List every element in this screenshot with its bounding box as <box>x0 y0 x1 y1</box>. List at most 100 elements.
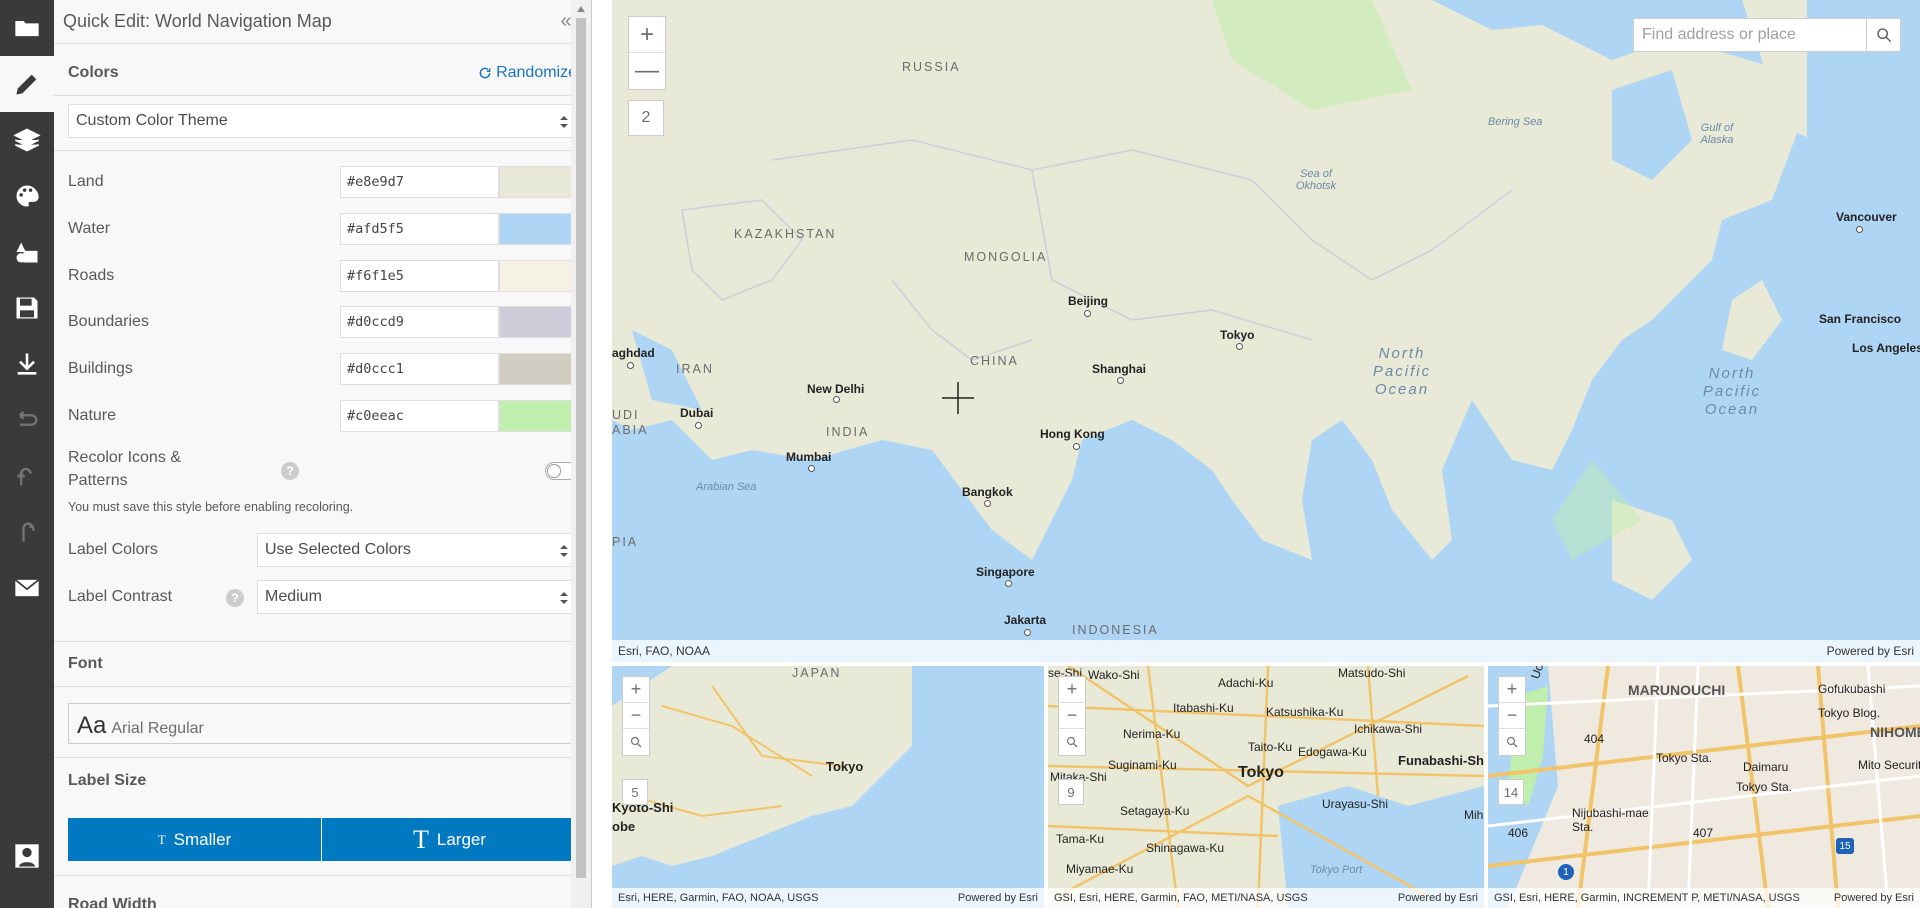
zoom-in-button[interactable]: + <box>1059 677 1085 703</box>
layers-button[interactable] <box>0 112 54 168</box>
city-marker <box>695 422 702 429</box>
color-label: Land <box>68 173 104 190</box>
color-theme-select[interactable]: Custom Color Theme <box>68 104 577 138</box>
color-hex-input[interactable]: #afd5f5 <box>340 212 499 245</box>
save-button[interactable] <box>0 280 54 336</box>
map-attribution: Esri, HERE, Garmin, FAO, NOAA, USGS Powe… <box>612 888 1044 908</box>
mini-map-zoom-14[interactable]: MARUNOUCHI Gofukubashi Tokyo Blog. NIHOM… <box>1488 666 1920 908</box>
zoom-level-indicator: 14 <box>1498 779 1524 805</box>
scroll-thumb[interactable] <box>576 18 586 878</box>
city-marker <box>1236 343 1243 350</box>
zoom-out-button[interactable]: − <box>1499 703 1525 729</box>
shapes-button[interactable] <box>0 224 54 280</box>
place-label: Tama-Ku <box>1056 832 1105 846</box>
zoom-level-indicator: 9 <box>1058 779 1084 805</box>
map-attribution: Esri, FAO, NOAA Powered by Esri <box>612 640 1920 662</box>
color-swatch[interactable] <box>499 400 576 432</box>
color-label: Roads <box>68 266 115 284</box>
zoom-out-button[interactable]: − <box>1059 703 1085 729</box>
main-map[interactable]: RUSSIA KAZAKHSTAN MONGOLIA CHINA IRAN IN… <box>612 0 1920 662</box>
color-swatch[interactable] <box>499 353 576 386</box>
search-button[interactable] <box>1866 19 1900 51</box>
redo-button[interactable] <box>0 504 54 560</box>
zoom-in-button[interactable]: + <box>623 677 649 703</box>
city-marker <box>1117 377 1124 384</box>
sea-label: Sea of Okhotsk <box>1295 168 1337 192</box>
attribution-text: Esri, FAO, NOAA <box>618 644 711 658</box>
mini-map-zoom-9[interactable]: se-Shi Wako-Shi Adachi-Ku Matsudo-Shi It… <box>1048 666 1484 908</box>
larger-button[interactable]: T Larger <box>322 818 577 861</box>
route-label: 404 <box>1584 732 1605 746</box>
place-label: Tokyo Sta. <box>1656 751 1713 765</box>
undo-icon <box>16 467 32 486</box>
account-button[interactable] <box>0 828 54 884</box>
place-label: Tokyo Sta. <box>1736 780 1793 794</box>
color-hex-input[interactable]: #e8e9d7 <box>340 166 499 198</box>
color-swatch[interactable] <box>499 166 576 198</box>
powered-by[interactable]: Powered by Esri <box>1827 644 1914 658</box>
zoom-search-button[interactable] <box>623 729 649 755</box>
label-contrast-select[interactable]: Medium <box>257 580 577 614</box>
label-contrast-label: Label Contrast <box>68 588 173 605</box>
attribution-text: GSI, Esri, HERE, Garmin, FAO, METI/NASA,… <box>1054 892 1308 904</box>
envelope-icon <box>14 579 40 597</box>
color-hex-input[interactable]: #c0eeac <box>340 400 499 432</box>
select-caret-icon <box>560 545 568 557</box>
panel-scrollbar[interactable] <box>571 0 591 908</box>
color-row-buildings: Buildings #d0ccc1 <box>68 352 577 386</box>
place-label: Itabashi-Ku <box>1173 701 1234 715</box>
attribution-text: GSI, Esri, HERE, Garmin, INCREMENT P, ME… <box>1494 892 1800 904</box>
palette-icon <box>16 185 39 207</box>
zoom-in-button[interactable]: + <box>629 17 665 53</box>
map-attribution: GSI, Esri, HERE, Garmin, INCREMENT P, ME… <box>1488 888 1920 908</box>
color-swatch[interactable] <box>499 306 576 339</box>
city-label: San Francisco <box>1819 312 1902 326</box>
city-marker <box>833 396 840 403</box>
randomize-button[interactable]: Randomize <box>478 64 577 82</box>
place-label: Mih <box>1464 808 1484 822</box>
share-button[interactable] <box>0 560 54 616</box>
zoom-in-button[interactable]: + <box>1499 677 1525 703</box>
city-label: Beijing <box>1068 294 1109 308</box>
zoom-search-button[interactable] <box>1499 729 1525 755</box>
recolor-help-icon[interactable]: ? <box>281 462 299 480</box>
color-row-water: Water #afd5f5 <box>68 212 577 246</box>
country-label: INDIA <box>826 425 870 439</box>
zoom-search-button[interactable] <box>1059 729 1085 755</box>
edit-button[interactable] <box>0 56 54 112</box>
country-label: UDI <box>612 408 640 422</box>
font-name: Arial Regular <box>111 720 204 737</box>
palette-button[interactable] <box>0 168 54 224</box>
color-hex-input[interactable]: #d0ccc1 <box>340 353 499 386</box>
mini-map-zoom-5[interactable]: JAPAN Tokyo Kyoto-Shi obe + − 5 Esri, HE… <box>612 666 1044 908</box>
open-folder-button[interactable] <box>0 0 54 56</box>
quick-edit-panel: Quick Edit: World Navigation Map « Color… <box>54 0 592 908</box>
smaller-button[interactable]: T Smaller <box>68 818 322 861</box>
place-label: Suginami-Ku <box>1108 758 1177 772</box>
powered-by[interactable]: Powered by Esri <box>958 892 1038 904</box>
color-hex-input[interactable]: #f6f1e5 <box>340 259 499 292</box>
randomize-label: Randomize <box>496 63 577 81</box>
undo-button[interactable] <box>0 448 54 504</box>
place-label: Wako-Shi <box>1088 668 1140 682</box>
label-colors-select[interactable]: Use Selected Colors <box>257 533 577 567</box>
label-contrast-help-icon[interactable]: ? <box>226 589 244 607</box>
font-picker[interactable]: Aa Arial Regular <box>68 703 577 744</box>
place-label: Nijubashi-mae Sta. <box>1572 806 1649 834</box>
zoom-out-button[interactable]: − <box>623 703 649 729</box>
powered-by[interactable]: Powered by Esri <box>1398 892 1478 904</box>
download-button[interactable] <box>0 336 54 392</box>
download-icon <box>17 353 37 375</box>
scroll-up-arrow[interactable] <box>577 6 585 12</box>
color-hex-input[interactable]: #d0ccd9 <box>340 306 499 339</box>
district-label: NIHOMBA <box>1870 724 1920 740</box>
panel-title: Quick Edit: World Navigation Map <box>63 11 332 31</box>
color-swatch[interactable] <box>499 212 576 245</box>
magnifier-icon <box>630 736 642 748</box>
search-input[interactable] <box>1634 19 1866 51</box>
city-label: New Delhi <box>807 382 865 396</box>
powered-by[interactable]: Powered by Esri <box>1834 892 1914 904</box>
zoom-out-button[interactable]: — <box>629 53 665 89</box>
revert-button[interactable] <box>0 392 54 448</box>
color-swatch[interactable] <box>499 259 576 292</box>
